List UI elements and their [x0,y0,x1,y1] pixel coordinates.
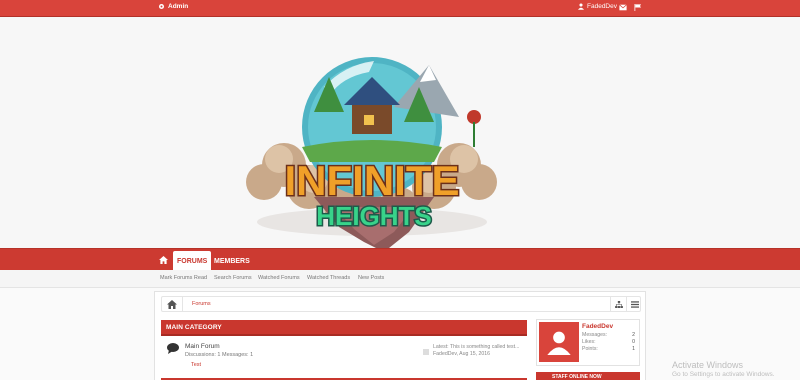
sitemap-icon [614,300,623,308]
avatar[interactable] [539,322,579,362]
forum-stats: Discussions: 1 Messages: 1 [185,352,254,358]
stat-messages-label: Messages: [582,332,608,338]
nav-home-button[interactable] [154,251,172,269]
watermark-subtitle: Go to Settings to activate Windows. [672,371,775,378]
link-watched-forums[interactable]: Watched Forums [258,275,300,281]
breadcrumb-divider [182,297,183,311]
link-mark-forums-read[interactable]: Mark Forums Read [160,275,207,281]
logo-line1: INFINITE [285,157,460,204]
staff-online-title: STAFF ONLINE NOW [552,374,602,380]
stat-points-label: Points: [582,346,598,352]
sitemap-button[interactable] [610,297,626,311]
staff-online-header: STAFF ONLINE NOW [536,372,640,380]
logo-line2: HEIGHTS [316,201,432,231]
home-icon [158,256,168,264]
link-new-posts[interactable]: New Posts [358,275,384,281]
rss-icon[interactable] [423,349,429,355]
forum-title[interactable]: Main Forum [185,343,220,350]
category-header[interactable]: MAIN CATEGORY [161,320,527,336]
subforum-link[interactable]: Test [191,362,201,368]
sub-nav: Mark Forums Read Search Forums Watched F… [0,270,800,288]
default-avatar-icon [547,331,571,355]
envelope-icon[interactable] [619,4,627,11]
flag-icon[interactable] [634,4,642,11]
tab-forums[interactable]: FORUMS [173,251,212,271]
gear-icon [158,3,165,10]
site-header: INFINITE HEIGHTS [0,17,800,252]
admin-link[interactable]: Admin [158,3,188,10]
admin-label: Admin [168,3,189,10]
profile-box: FadedDev Messages: 2 Likes: 0 Points: 1 [536,319,640,366]
username: FadedDev [587,3,617,10]
home-icon[interactable] [167,300,177,309]
breadcrumb-forums[interactable]: Forums [192,301,211,307]
profile-name[interactable]: FadedDev [582,323,613,330]
watermark-title: Activate Windows [672,360,744,370]
activate-windows-watermark: Activate Windows Go to Settings to activ… [672,360,775,378]
latest-post-meta: FadedDev, Aug 15, 2016 [433,351,491,357]
user-icon [578,3,584,10]
link-search-forums[interactable]: Search Forums [214,275,252,281]
stat-points-value: 1 [632,346,635,352]
latest-post[interactable]: Latest: This is something called test... [433,344,519,350]
admin-bar: Admin FadedDev [0,0,800,17]
forum-row[interactable]: Main Forum Discussions: 1 Messages: 1 Te… [161,338,527,372]
user-menu[interactable]: FadedDev [578,3,617,10]
main-content: Forums MAIN CATEGORY Main Forum Discussi… [154,291,646,380]
stat-likes-label: Likes: [582,339,596,345]
main-nav: FORUMS MEMBERS [0,248,800,271]
link-watched-threads[interactable]: Watched Threads [307,275,350,281]
stat-messages-value: 2 [632,332,635,338]
list-icon [630,300,639,308]
infinite-heights-logo[interactable]: INFINITE HEIGHTS [224,47,514,265]
category-title: MAIN CATEGORY [166,324,222,331]
chat-bubble-icon [167,343,179,354]
stat-likes-value: 0 [632,339,635,345]
breadcrumb: Forums [161,296,641,312]
tab-members[interactable]: MEMBERS [210,251,254,271]
menu-button[interactable] [626,297,642,311]
